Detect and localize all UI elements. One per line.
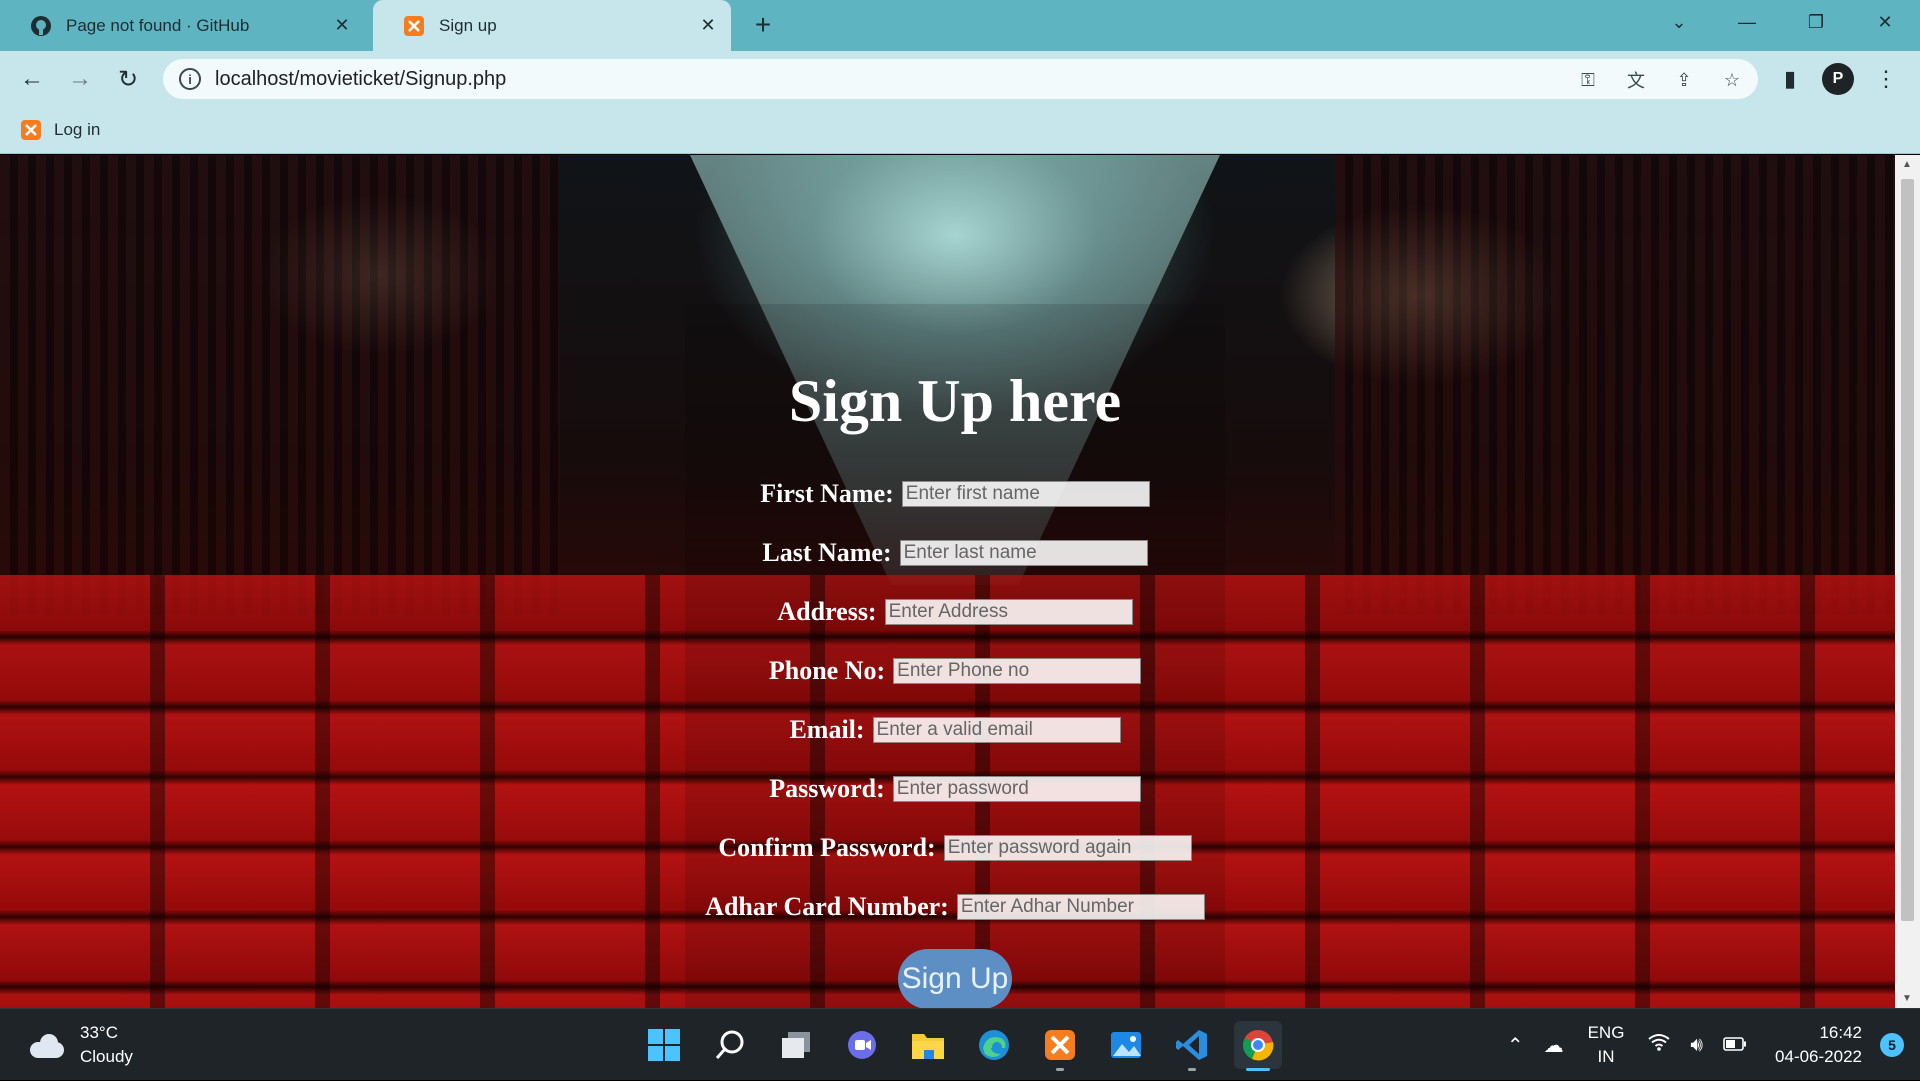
close-tab-icon[interactable]: ✕ (331, 15, 353, 37)
xampp-icon (21, 119, 41, 140)
last-name-label: Last Name: (762, 538, 892, 567)
chrome-icon[interactable] (1234, 1021, 1282, 1071)
weather-condition: Cloudy (80, 1047, 133, 1066)
tab-search-icon[interactable]: ⌄ (1656, 0, 1702, 45)
battery-icon[interactable] (1723, 1034, 1747, 1057)
task-view-icon[interactable] (772, 1021, 820, 1069)
first-name-row: First Name: (0, 479, 1895, 509)
file-explorer-icon[interactable] (904, 1021, 952, 1069)
address-bar[interactable]: i localhost/movieticket/Signup.php ⚿ 文 ⇪… (163, 59, 1758, 99)
password-row: Password: (0, 774, 1895, 804)
clock-date: 04-06-2022 (1775, 1047, 1862, 1066)
bookmark-login[interactable]: Log in (20, 119, 100, 141)
wifi-icon[interactable] (1648, 1033, 1671, 1057)
weather-temp: 33°C (80, 1023, 118, 1042)
tab-strip: Page not found · GitHub ✕ Sign up ✕ + ⌄ … (0, 0, 1920, 51)
region-code: IN (1597, 1047, 1615, 1066)
photos-icon[interactable] (1102, 1021, 1150, 1069)
start-icon[interactable] (640, 1021, 688, 1069)
search-icon[interactable] (706, 1021, 754, 1069)
teams-chat-icon[interactable] (838, 1021, 886, 1069)
cloud-icon (28, 1032, 66, 1058)
password-label: Password: (769, 774, 885, 803)
vscode-icon[interactable] (1168, 1021, 1216, 1071)
confirm-password-input[interactable] (943, 835, 1192, 861)
signup-button[interactable]: Sign Up (898, 949, 1012, 1008)
translate-icon[interactable]: 文 (1623, 67, 1649, 93)
volume-icon[interactable]: 🔊︎ (1690, 1034, 1703, 1057)
page-background: Sign Up here First Name: Last Name: Addr… (0, 155, 1895, 1008)
taskbar-apps (640, 1021, 1282, 1071)
adhar-input[interactable] (956, 894, 1205, 920)
page-scrollbar[interactable]: ▲ ▼ (1895, 155, 1920, 1008)
page-title: Sign Up here (788, 368, 1122, 434)
site-info-icon[interactable]: i (179, 68, 201, 90)
share-icon[interactable]: ⇪ (1671, 67, 1697, 93)
bookmark-label: Log in (54, 119, 101, 139)
close-tab-icon[interactable]: ✕ (697, 15, 719, 37)
adhar-row: Adhar Card Number: (0, 892, 1895, 922)
last-name-row: Last Name: (0, 538, 1895, 568)
xampp-icon[interactable] (1036, 1021, 1084, 1071)
browser-toolbar: ← → ↻ i localhost/movieticket/Signup.php… (0, 51, 1920, 106)
language-code: ENG (1587, 1023, 1625, 1042)
phone-row: Phone No: (0, 656, 1895, 686)
first-name-label: First Name: (760, 479, 894, 508)
close-window-button[interactable]: ✕ (1862, 0, 1908, 45)
minimize-button[interactable]: — (1724, 0, 1770, 45)
side-panel-icon[interactable]: ▮ (1774, 63, 1806, 95)
scroll-thumb[interactable] (1901, 179, 1914, 921)
email-label: Email: (789, 715, 865, 744)
github-icon (30, 15, 52, 37)
confirm-password-row: Confirm Password: (0, 833, 1895, 863)
clock-time: 16:42 (1819, 1023, 1862, 1042)
restore-button[interactable]: ❐ (1793, 0, 1839, 45)
address-input[interactable] (884, 599, 1133, 625)
reload-button[interactable]: ↻ (110, 61, 146, 97)
url-text: localhost/movieticket/Signup.php (215, 67, 507, 90)
address-row: Address: (0, 597, 1895, 627)
email-input[interactable] (872, 717, 1121, 743)
forward-button[interactable]: → (62, 61, 98, 97)
notification-badge[interactable]: 5 (1880, 1033, 1904, 1057)
first-name-input[interactable] (901, 481, 1150, 507)
profile-avatar[interactable]: P (1822, 63, 1854, 95)
chevron-up-icon[interactable]: ⌃ (1507, 1033, 1524, 1058)
edge-icon[interactable] (970, 1021, 1018, 1069)
phone-input[interactable] (893, 658, 1142, 684)
last-name-input[interactable] (899, 540, 1148, 566)
scroll-up-arrow[interactable]: ▲ (1902, 159, 1912, 170)
system-tray: ⌃ ☁ ENG IN 🔊︎ 16:42 04-06-2022 5 (1497, 1009, 1920, 1081)
bookmark-star-icon[interactable]: ☆ (1719, 67, 1745, 93)
back-button[interactable]: ← (14, 61, 50, 97)
clock[interactable]: 16:42 04-06-2022 (1775, 1021, 1862, 1069)
bookmarks-bar: Log in (0, 106, 1920, 154)
confirm-password-label: Confirm Password: (718, 833, 936, 862)
key-icon[interactable]: ⚿ (1575, 67, 1601, 93)
menu-icon[interactable]: ⋮ (1870, 63, 1902, 95)
tab-title: Sign up (439, 15, 497, 35)
password-input[interactable] (892, 776, 1141, 802)
language-indicator[interactable]: ENG IN (1588, 1021, 1625, 1069)
weather-widget[interactable]: 33°C Cloudy (28, 1021, 133, 1069)
email-row: Email: (0, 715, 1895, 745)
tab-github[interactable]: Page not found · GitHub ✕ (0, 0, 365, 51)
xampp-icon (403, 15, 425, 37)
phone-label: Phone No: (768, 656, 886, 685)
address-label: Address: (777, 597, 877, 626)
tab-title: Page not found · GitHub (66, 15, 250, 35)
adhar-label: Adhar Card Number: (705, 892, 949, 921)
taskbar: 33°C Cloudy ⌃ ☁ ENG IN 🔊︎ 16:42 04-06-20… (0, 1008, 1920, 1080)
scroll-down-arrow[interactable]: ▼ (1902, 993, 1912, 1004)
tab-signup[interactable]: Sign up ✕ (373, 0, 731, 51)
new-tab-button[interactable]: + (748, 10, 778, 40)
onedrive-cloud-icon[interactable]: ☁ (1544, 1033, 1564, 1058)
